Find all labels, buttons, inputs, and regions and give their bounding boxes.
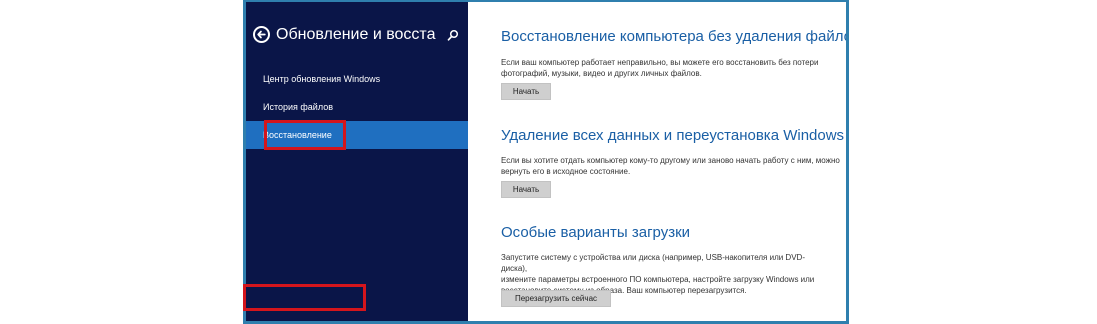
desc-line: фотографий, музыки, видео и других личны… (501, 69, 702, 78)
section-desc-reset: Если вы хотите отдать компьютер кому-то … (501, 155, 846, 177)
highlight-box-recovery (264, 120, 346, 150)
section-title-refresh: Восстановление компьютера без удаления ф… (501, 28, 849, 45)
refresh-start-button[interactable]: Начать (501, 83, 551, 100)
back-button[interactable] (253, 26, 270, 43)
search-icon[interactable] (447, 29, 459, 41)
section-title-advanced-startup: Особые варианты загрузки (501, 224, 691, 241)
reset-start-button[interactable]: Начать (501, 181, 551, 198)
highlight-box-restart (243, 284, 366, 311)
desc-line: Если ваш компьютер работает неправильно,… (501, 58, 819, 67)
desc-line: вернуть его в исходное состояние. (501, 167, 631, 176)
restart-now-button[interactable]: Перезагрузить сейчас (501, 290, 611, 307)
sidebar-item-label: История файлов (263, 102, 333, 112)
main-content: Восстановление компьютера без удаления ф… (468, 2, 846, 321)
section-title-reset: Удаление всех данных и переустановка Win… (501, 127, 845, 144)
section-desc-refresh: Если ваш компьютер работает неправильно,… (501, 57, 821, 79)
settings-window: Обновление и восстан... Центр обновления… (243, 0, 849, 324)
sidebar-item-file-history[interactable]: История файлов (246, 93, 468, 121)
desc-line: Если вы хотите отдать компьютер кому-то … (501, 156, 840, 165)
desc-line: Запустите систему с устройства или диска… (501, 253, 805, 273)
sidebar: Обновление и восстан... Центр обновления… (246, 2, 468, 321)
desc-line: измените параметры встроенного ПО компью… (501, 275, 815, 284)
sidebar-item-windows-update[interactable]: Центр обновления Windows (246, 65, 468, 93)
sidebar-title: Обновление и восстан... (276, 26, 436, 43)
sidebar-item-label: Центр обновления Windows (263, 74, 381, 84)
back-arrow-icon (257, 30, 266, 39)
